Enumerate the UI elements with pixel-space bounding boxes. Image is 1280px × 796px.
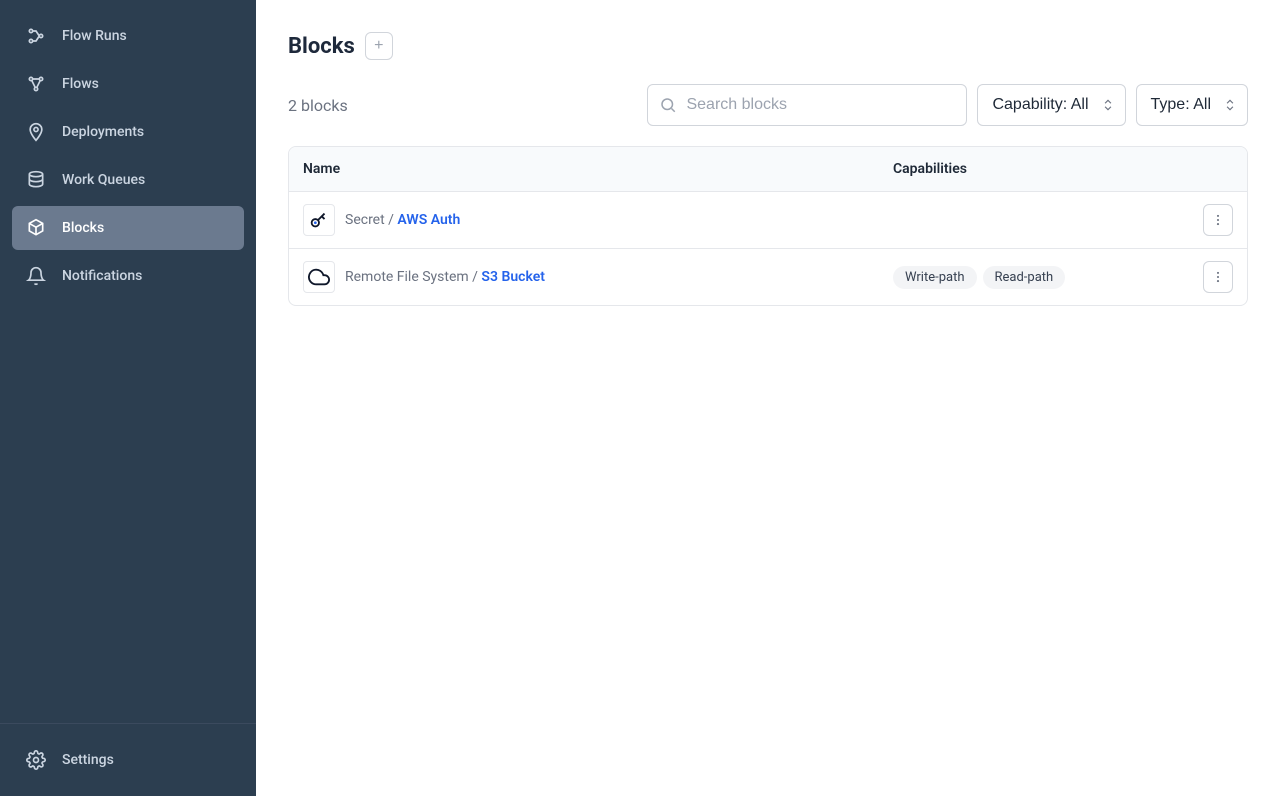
toolbar-controls: Capability: All Type: All [647, 84, 1248, 126]
block-separator: / [469, 269, 482, 285]
table-header: Name Capabilities [289, 147, 1247, 192]
capabilities-cell: Write-path Read-path [893, 266, 1193, 289]
sidebar-item-blocks[interactable]: Blocks [12, 206, 244, 250]
sidebar-nav: Flow Runs Flows Deployments Work Queues [0, 12, 256, 300]
table-row: Secret / AWS Auth [289, 192, 1247, 249]
capability-badge: Write-path [893, 266, 977, 289]
main-content: Blocks + 2 blocks Capability: All Type: … [256, 0, 1280, 796]
block-type: Remote File System [345, 269, 469, 285]
block-name-cell: Remote File System / S3 Bucket [303, 261, 893, 293]
capability-badge: Read-path [983, 266, 1066, 289]
toolbar: 2 blocks Capability: All Type: All [288, 84, 1248, 126]
search-box [647, 84, 967, 126]
type-filter-label: Type: All [1151, 96, 1211, 114]
capability-filter-label: Capability: All [992, 96, 1088, 114]
table-row: Remote File System / S3 Bucket Write-pat… [289, 249, 1247, 305]
action-cell [1193, 261, 1233, 293]
gear-icon [26, 750, 46, 770]
sidebar-item-label: Flow Runs [62, 28, 127, 44]
flow-runs-icon [26, 26, 46, 46]
block-separator: / [385, 212, 398, 228]
sidebar-footer: Settings [0, 723, 256, 796]
block-link[interactable]: S3 Bucket [481, 269, 545, 285]
deployments-icon [26, 122, 46, 142]
chevron-updown-icon [1223, 98, 1237, 112]
page-title: Blocks [288, 34, 355, 59]
block-link[interactable]: AWS Auth [397, 212, 460, 228]
sidebar-item-deployments[interactable]: Deployments [12, 110, 244, 154]
flows-icon [26, 74, 46, 94]
block-text: Remote File System / S3 Bucket [345, 269, 545, 285]
type-filter[interactable]: Type: All [1136, 84, 1248, 126]
dots-vertical-icon [1211, 213, 1225, 227]
block-count: 2 blocks [288, 96, 348, 115]
sidebar-item-label: Work Queues [62, 172, 145, 188]
secret-key-icon [303, 204, 335, 236]
column-header-capabilities: Capabilities [893, 161, 1193, 177]
sidebar-item-label: Flows [62, 76, 99, 92]
notifications-icon [26, 266, 46, 286]
more-actions-button[interactable] [1203, 261, 1233, 293]
dots-vertical-icon [1211, 270, 1225, 284]
block-type: Secret [345, 212, 385, 228]
sidebar-item-label: Blocks [62, 220, 104, 236]
plus-icon: + [374, 37, 383, 55]
chevron-updown-icon [1101, 98, 1115, 112]
sidebar-item-work-queues[interactable]: Work Queues [12, 158, 244, 202]
sidebar: Flow Runs Flows Deployments Work Queues [0, 0, 256, 796]
add-block-button[interactable]: + [365, 32, 393, 60]
capability-filter[interactable]: Capability: All [977, 84, 1125, 126]
more-actions-button[interactable] [1203, 204, 1233, 236]
sidebar-item-settings[interactable]: Settings [12, 738, 244, 782]
sidebar-item-label: Deployments [62, 124, 144, 140]
block-name-cell: Secret / AWS Auth [303, 204, 893, 236]
cloud-icon [303, 261, 335, 293]
sidebar-item-flow-runs[interactable]: Flow Runs [12, 14, 244, 58]
sidebar-item-notifications[interactable]: Notifications [12, 254, 244, 298]
column-header-name: Name [303, 161, 893, 177]
sidebar-item-label: Settings [62, 752, 114, 768]
block-text: Secret / AWS Auth [345, 212, 460, 228]
sidebar-item-flows[interactable]: Flows [12, 62, 244, 106]
work-queues-icon [26, 170, 46, 190]
search-icon [659, 96, 677, 114]
search-input[interactable] [647, 84, 967, 126]
action-cell [1193, 204, 1233, 236]
sidebar-item-label: Notifications [62, 268, 142, 284]
blocks-table: Name Capabilities Secret / AWS Auth [288, 146, 1248, 306]
page-header: Blocks + [288, 32, 1248, 60]
blocks-icon [26, 218, 46, 238]
